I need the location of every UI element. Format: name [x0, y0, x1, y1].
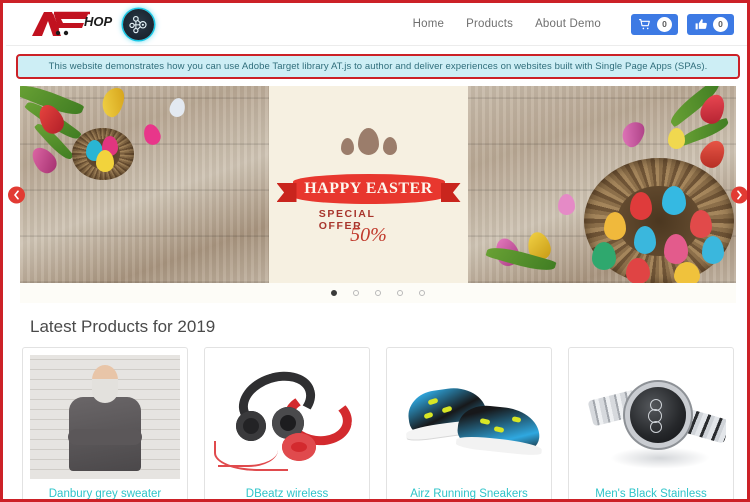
product-card[interactable]: Danbury grey sweater — [22, 347, 188, 499]
carousel-image-left — [20, 86, 269, 283]
carousel-next-button[interactable] — [731, 186, 747, 203]
carousel-image-right — [468, 86, 736, 283]
carousel-dot-3[interactable] — [375, 290, 381, 296]
carousel-indicators — [20, 283, 736, 303]
cart-button[interactable]: 0 — [631, 13, 678, 35]
chevron-left-icon — [14, 190, 19, 199]
product-image-watch — [576, 355, 726, 479]
product-image-headphones — [212, 355, 362, 479]
node-network-icon — [129, 15, 147, 33]
ashop-logo-icon[interactable]: HOP — [28, 9, 114, 39]
product-card[interactable]: DBeatz wireless — [204, 347, 370, 499]
adobe-target-icon[interactable] — [123, 8, 154, 40]
page-root: HOP Home Products About Demo 0 0 This we… — [6, 3, 747, 499]
product-card[interactable]: Men's Black Stainless — [568, 347, 734, 499]
likes-count-badge: 0 — [713, 16, 728, 32]
nav-link-products[interactable]: Products — [466, 18, 513, 30]
cart-count-badge: 0 — [657, 16, 672, 32]
poster-eggs-icon — [340, 128, 397, 155]
demo-info-banner: This website demonstrates how you can us… — [16, 54, 740, 79]
product-title[interactable]: DBeatz wireless — [212, 479, 362, 499]
logo-wordmark: HOP — [84, 14, 113, 29]
product-title[interactable]: Airz Running Sneakers — [394, 479, 544, 499]
product-title[interactable]: Danbury grey sweater — [30, 479, 180, 499]
carousel-dot-2[interactable] — [353, 290, 359, 296]
site-header: HOP Home Products About Demo 0 0 — [6, 3, 747, 46]
product-image-sneakers — [394, 355, 544, 479]
nav-link-about-demo[interactable]: About Demo — [535, 18, 601, 30]
carousel-image-center: HAPPY EASTER SPECIAL OFFER 50% — [269, 86, 468, 283]
brand-logo[interactable]: HOP — [28, 8, 154, 40]
carousel-dot-5[interactable] — [419, 290, 425, 296]
product-title[interactable]: Men's Black Stainless — [576, 479, 726, 499]
carousel-dot-4[interactable] — [397, 290, 403, 296]
shopping-cart-icon — [638, 18, 652, 31]
poster-discount: 50% — [350, 224, 387, 246]
product-image-sweater — [30, 355, 180, 479]
carousel-container: HAPPY EASTER SPECIAL OFFER 50% — [6, 86, 747, 303]
poster-headline: HAPPY EASTER — [304, 180, 433, 197]
main-nav: Home Products About Demo 0 0 — [413, 13, 734, 35]
browser-viewport: HOP Home Products About Demo 0 0 This we… — [0, 0, 750, 502]
ashop-logo-svg: HOP — [32, 11, 113, 36]
product-grid: Danbury grey sweater DBeatz wireless Air… — [6, 347, 747, 499]
thumbs-up-icon — [694, 18, 708, 31]
product-card[interactable]: Airz Running Sneakers — [386, 347, 552, 499]
likes-button[interactable]: 0 — [687, 13, 734, 35]
carousel-dot-1[interactable] — [331, 290, 337, 296]
page-title: Latest Products for 2019 — [30, 317, 216, 336]
poster-ribbon: HAPPY EASTER — [292, 174, 445, 204]
chevron-right-icon — [737, 190, 742, 199]
header-actions: 0 0 — [631, 13, 734, 35]
notice-container: This website demonstrates how you can us… — [6, 46, 747, 86]
hero-carousel[interactable]: HAPPY EASTER SPECIAL OFFER 50% — [20, 86, 736, 283]
easter-poster: HAPPY EASTER SPECIAL OFFER 50% — [269, 86, 468, 283]
nav-link-home[interactable]: Home — [413, 18, 444, 30]
carousel-prev-button[interactable] — [8, 186, 25, 203]
